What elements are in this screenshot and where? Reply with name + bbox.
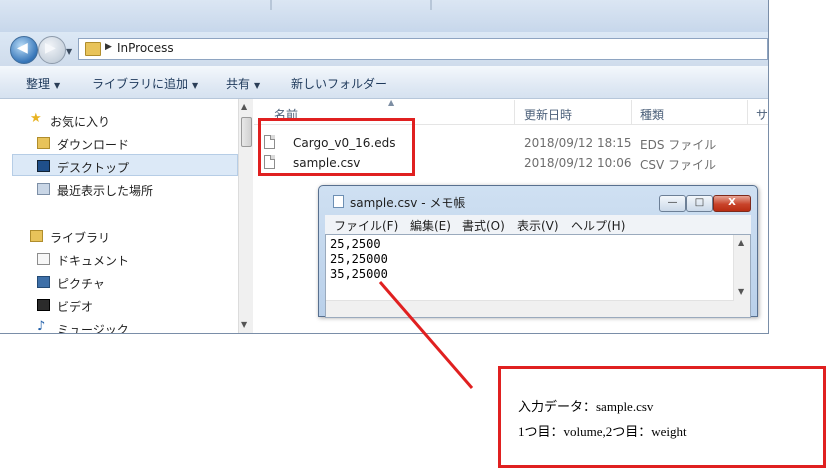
text-editor[interactable]: 25,2500 25,25000 35,25000 ▲ ▼ [325, 234, 751, 318]
window-title: sample.csv - メモ帳 [350, 196, 466, 210]
nav-item-documents[interactable]: ドキュメント [37, 251, 258, 271]
file-date: 2018/09/12 10:06 [524, 156, 632, 170]
file-type: CSV ファイル [640, 158, 717, 172]
add-to-library-label: ライブラリに追加 [92, 77, 189, 91]
library-folder-icon [30, 230, 43, 242]
notepad-window[interactable]: sample.csv - メモ帳 — □ X ファイル(F) 編集(E) 書式(… [318, 185, 758, 318]
new-folder-button[interactable]: 新しいフォルダー [291, 75, 387, 92]
column-divider[interactable] [747, 100, 748, 124]
horizontal-scrollbar[interactable] [326, 300, 734, 317]
organize-label: 整理 [26, 77, 51, 91]
share-label: 共有 [226, 77, 251, 91]
vertical-scrollbar[interactable]: ▲ ▼ [733, 235, 750, 317]
nav-item-label: 最近表示した場所 [57, 184, 154, 198]
text-line: 25,25000 [330, 252, 388, 266]
nav-item-label: ビデオ [57, 300, 94, 314]
file-type: EDS ファイル [640, 138, 717, 152]
nav-item-label: ドキュメント [57, 254, 130, 268]
desktop-icon [37, 160, 50, 172]
nav-favorites-label: お気に入り [50, 115, 111, 129]
breadcrumb-separator-icon[interactable]: ▶ [105, 42, 112, 52]
column-date-header[interactable]: 更新日時 [524, 106, 572, 123]
highlight-box-files [258, 118, 415, 176]
star-icon: ★ [30, 111, 42, 126]
share-button[interactable]: 共有 ▼ [226, 75, 260, 92]
menu-format[interactable]: 書式(O) [462, 217, 505, 234]
nav-item-music[interactable]: ♪ ミュージック [37, 319, 258, 334]
history-dropdown-icon[interactable]: ▼ [66, 47, 72, 56]
forward-button[interactable]: ▶ [38, 36, 66, 64]
menu-help[interactable]: ヘルプ(H) [571, 217, 625, 234]
menu-bar: ファイル(F) 編集(E) 書式(O) 表示(V) ヘルプ(H) [325, 215, 751, 234]
title-bar-decoration [430, 0, 432, 10]
text-line: 25,2500 [330, 237, 381, 251]
nav-item-label: ダウンロード [57, 138, 130, 152]
nav-scrollbar[interactable]: ▲ ▼ [238, 99, 253, 333]
folder-icon [85, 42, 101, 56]
download-folder-icon [37, 137, 50, 149]
scroll-thumb[interactable] [241, 117, 252, 147]
title-bar-decoration [270, 0, 272, 10]
title-bar[interactable] [0, 0, 768, 32]
nav-item-downloads[interactable]: ダウンロード [37, 135, 258, 155]
column-type-header[interactable]: 種類 [640, 106, 664, 123]
address-box[interactable]: ▶ InProcess [78, 38, 768, 60]
nav-item-label: ミュージック [57, 323, 129, 334]
file-date: 2018/09/12 18:15 [524, 136, 632, 150]
dropdown-arrow-icon: ▼ [54, 81, 61, 90]
close-button[interactable]: X [713, 195, 751, 212]
minimize-button[interactable]: — [659, 195, 686, 212]
nav-favorites[interactable]: ★ お気に入り [30, 111, 251, 132]
scroll-down-icon[interactable]: ▼ [241, 320, 247, 329]
nav-libraries[interactable]: ライブラリ [30, 228, 251, 248]
documents-icon [37, 253, 50, 265]
breadcrumb-current-folder[interactable]: InProcess [117, 41, 174, 55]
back-arrow-icon: ◀ [17, 40, 28, 56]
notepad-icon [333, 195, 344, 208]
videos-icon [37, 299, 50, 311]
column-size-header[interactable]: サ [756, 106, 768, 123]
add-to-library-button[interactable]: ライブラリに追加 ▼ [92, 75, 198, 92]
dropdown-arrow-icon: ▼ [254, 81, 261, 90]
recent-places-icon [37, 183, 50, 195]
nav-item-desktop[interactable]: デスクトップ [37, 158, 258, 178]
pictures-icon [37, 276, 50, 288]
nav-item-recent[interactable]: 最近表示した場所 [37, 181, 258, 201]
forward-arrow-icon: ▶ [45, 40, 56, 56]
maximize-button[interactable]: □ [686, 195, 713, 212]
sort-ascending-icon: ▲ [388, 98, 395, 107]
command-toolbar: 整理 ▼ ライブラリに追加 ▼ 共有 ▼ 新しいフォルダー [0, 66, 768, 99]
menu-view[interactable]: 表示(V) [517, 217, 559, 234]
nav-item-label: デスクトップ [57, 161, 130, 175]
annotation-box: 入力データ：sample.csv 1つ目：volume,2つ目：weight [498, 366, 826, 468]
column-divider[interactable] [631, 100, 632, 124]
nav-libraries-label: ライブラリ [50, 231, 111, 245]
menu-edit[interactable]: 編集(E) [410, 217, 451, 234]
back-button[interactable]: ◀ [10, 36, 38, 64]
organize-button[interactable]: 整理 ▼ [26, 75, 60, 92]
menu-file[interactable]: ファイル(F) [334, 217, 398, 234]
nav-item-label: ピクチャ [57, 277, 105, 291]
scroll-up-icon[interactable]: ▲ [738, 238, 744, 247]
dropdown-arrow-icon: ▼ [192, 81, 199, 90]
text-line: 35,25000 [330, 267, 388, 281]
scroll-up-icon[interactable]: ▲ [241, 102, 247, 111]
annotation-line-2: 1つ目：volume,2つ目：weight [518, 424, 687, 439]
nav-item-pictures[interactable]: ピクチャ [37, 274, 258, 294]
nav-item-videos[interactable]: ビデオ [37, 297, 258, 317]
scroll-down-icon[interactable]: ▼ [738, 287, 744, 296]
column-divider[interactable] [514, 100, 515, 124]
music-icon: ♪ [37, 319, 46, 334]
annotation-line-1: 入力データ：sample.csv [518, 399, 654, 414]
